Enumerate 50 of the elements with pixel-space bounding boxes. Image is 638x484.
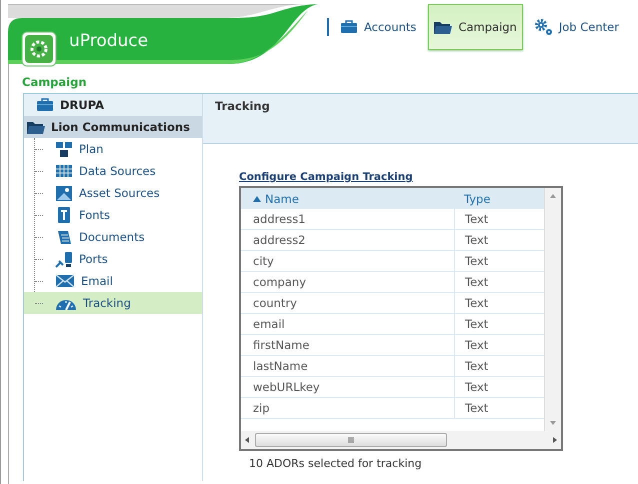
tree-item[interactable]: Documents	[24, 226, 202, 248]
plug-icon	[55, 250, 73, 268]
tree-item[interactable]: Data Sources	[24, 160, 202, 182]
image-icon	[55, 184, 73, 202]
column-header[interactable]: Name	[241, 192, 454, 206]
tree-item[interactable]: Plan	[24, 138, 202, 160]
table-cell-text: address2	[252, 233, 306, 247]
scrollbar-thumb[interactable]	[255, 433, 447, 447]
table-cell-text: city	[252, 254, 275, 268]
scroll-right-icon	[553, 437, 557, 443]
tree-item[interactable]: Email	[24, 270, 202, 292]
tree-item[interactable]: Asset Sources	[24, 182, 202, 204]
gears-icon	[534, 18, 553, 36]
table-cell-text: lastName	[252, 359, 309, 373]
folder-icon	[26, 120, 45, 134]
nav-tab[interactable]: Accounts	[335, 4, 422, 50]
app-name: uProduce	[69, 31, 148, 51]
documents-icon	[55, 228, 73, 246]
tree-item[interactable]: Tracking	[24, 292, 202, 314]
grip-icon	[348, 437, 354, 443]
status-text: 10 ADORs selected for tracking	[249, 457, 423, 470]
table-cell-text: webURLkey	[252, 380, 321, 394]
envelope-icon	[55, 272, 75, 290]
tree-item[interactable]: Fonts	[24, 204, 202, 226]
scroll-left-icon	[245, 437, 249, 443]
column-header[interactable]: Type	[454, 192, 544, 206]
diagram-icon	[55, 140, 73, 158]
table-cell-text: address1	[252, 212, 306, 226]
breadcrumb: Campaign	[21, 74, 88, 91]
folder-icon	[433, 20, 452, 34]
scroll-up-icon	[550, 194, 556, 198]
table-icon	[55, 163, 73, 179]
account-item[interactable]: DRUPA	[24, 94, 202, 116]
nav-tab[interactable]: Campaign	[428, 4, 523, 50]
account-item[interactable]: Lion Communications	[24, 116, 202, 138]
table-cell-text: email	[252, 317, 286, 331]
font-icon	[55, 206, 73, 224]
divider-line	[327, 18, 329, 36]
nav-tab[interactable]: Job Center	[528, 4, 620, 50]
table-cell-text: company	[252, 275, 308, 289]
briefcase-icon	[340, 20, 358, 34]
briefcase-icon	[36, 98, 54, 112]
table-cell-text: country	[252, 296, 298, 310]
section-link[interactable]: Configure Campaign Tracking	[239, 171, 413, 183]
tree-item[interactable]: Ports	[24, 248, 202, 270]
scroll-down-icon	[550, 421, 556, 425]
table-cell-text: firstName	[252, 338, 310, 352]
table-cell-text: zip	[252, 401, 271, 415]
logo-icon	[21, 31, 57, 67]
panel-title: Tracking	[203, 94, 638, 144]
